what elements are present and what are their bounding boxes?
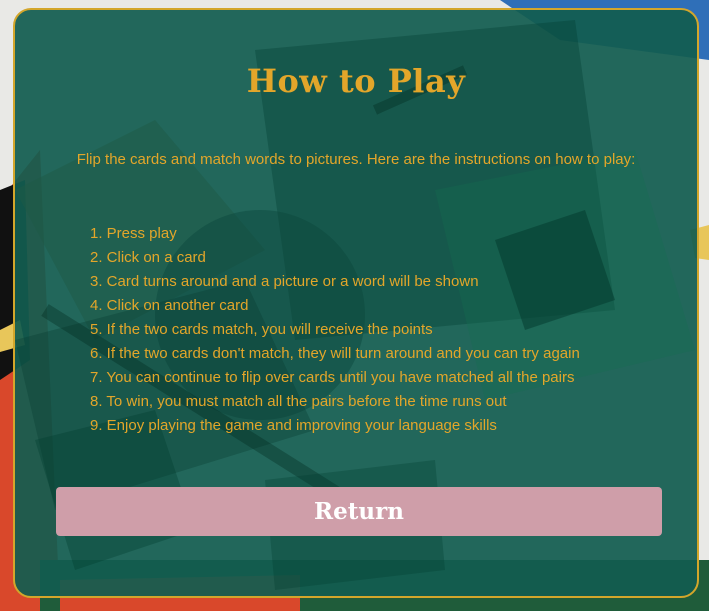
how-to-play-panel: How to Play Flip the cards and match wor…: [13, 8, 699, 598]
page-title: How to Play: [246, 62, 466, 100]
instruction-step: 7. You can continue to flip over cards u…: [90, 369, 575, 386]
instruction-step: 4. Click on another card: [90, 297, 249, 314]
instruction-step: 2. Click on a card: [90, 249, 206, 266]
instruction-step: 8. To win, you must match all the pairs …: [90, 393, 507, 410]
instruction-step: 3. Card turns around and a picture or a …: [90, 273, 479, 290]
instruction-step: 9. Enjoy playing the game and improving …: [90, 417, 497, 434]
instruction-step: 1. Press play: [90, 225, 177, 242]
return-button[interactable]: Return: [56, 487, 662, 536]
instructions-intro: Flip the cards and match words to pictur…: [76, 151, 636, 168]
instruction-step: 5. If the two cards match, you will rece…: [90, 321, 433, 338]
instruction-step: 6. If the two cards don't match, they wi…: [90, 345, 580, 362]
game-screen: How to Play Flip the cards and match wor…: [0, 0, 709, 611]
instructions-list: 1. Press play 2. Click on a card 3. Card…: [90, 222, 580, 438]
